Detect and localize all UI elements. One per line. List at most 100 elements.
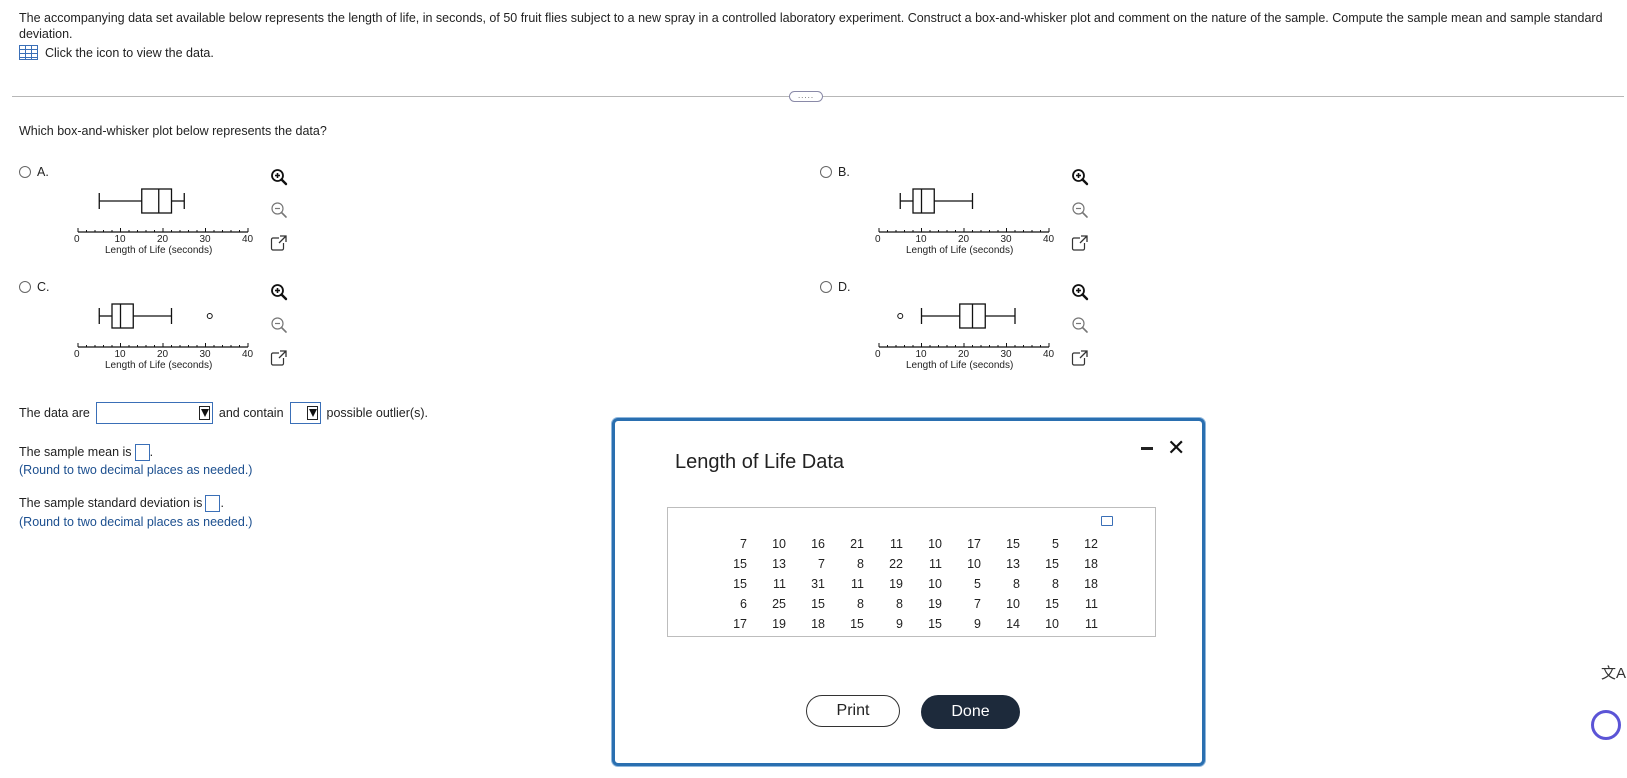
data-cell: 15 (811, 597, 825, 611)
tick-label: 10 (916, 234, 928, 245)
option-d-label: D. (838, 280, 851, 294)
data-cell: 15 (850, 617, 864, 631)
sd-input[interactable] (205, 495, 221, 512)
data-cell: 31 (811, 577, 825, 591)
which-plot-question: Which box-and-whisker plot below represe… (19, 124, 327, 138)
boxplot-d: 0 10 20 30 40 Length of Life (seconds) (873, 285, 1073, 381)
x-axis-label: Length of Life (seconds) (906, 360, 1013, 371)
zoom-in-icon[interactable] (269, 282, 289, 302)
data-cell: 11 (1085, 617, 1098, 631)
data-cell: 10 (772, 537, 786, 551)
assistant-icon[interactable] (1591, 710, 1621, 740)
radio-option-d[interactable] (820, 281, 832, 293)
zoom-out-icon[interactable] (1070, 315, 1090, 335)
tick-label: 20 (958, 234, 970, 245)
radio-option-a[interactable] (19, 166, 31, 178)
data-cell: 5 (974, 577, 981, 591)
view-data-link[interactable]: Click the icon to view the data. (19, 45, 214, 60)
print-button[interactable]: Print (806, 695, 900, 727)
data-cell: 15 (733, 557, 747, 571)
plot-d-tools (1070, 282, 1090, 368)
tick-label: 0 (74, 349, 80, 360)
option-c[interactable]: C. (19, 280, 50, 294)
data-cell: 7 (818, 557, 825, 571)
iqr-box (912, 188, 935, 214)
tick-label: 20 (157, 234, 169, 245)
data-cell: 18 (1084, 577, 1098, 591)
data-cell: 15 (1045, 557, 1059, 571)
copy-icon[interactable] (1101, 516, 1113, 526)
tick-label: 10 (916, 349, 928, 360)
radio-option-c[interactable] (19, 281, 31, 293)
sd-round-note: (Round to two decimal places as needed.) (19, 515, 253, 529)
tick-label: 40 (1043, 349, 1055, 360)
external-link-icon[interactable] (269, 348, 289, 368)
data-row: 15 11 31 11 19 10 5 8 8 18 (708, 574, 1098, 594)
tick-label: 40 (242, 349, 254, 360)
data-nature-row: The data are and contain possible outlie… (19, 402, 428, 424)
x-axis-label: Length of Life (seconds) (906, 245, 1013, 256)
external-link-icon[interactable] (1070, 233, 1090, 253)
sd-row: The sample standard deviation is. (19, 495, 224, 512)
data-cell: 11 (890, 537, 903, 551)
option-b[interactable]: B. (820, 165, 850, 179)
external-link-icon[interactable] (269, 233, 289, 253)
data-cell: 15 (1006, 537, 1020, 551)
mean-round-note: (Round to two decimal places as needed.) (19, 463, 253, 477)
expand-more-button[interactable]: ..... (789, 91, 823, 102)
data-cell: 8 (1013, 577, 1020, 591)
data-cell: 9 (974, 617, 981, 631)
data-cell: 17 (967, 537, 981, 551)
zoom-in-icon[interactable] (1070, 167, 1090, 187)
zoom-out-icon[interactable] (1070, 200, 1090, 220)
plot-a-tools (269, 167, 289, 253)
translate-icon[interactable]: 文A (1601, 662, 1626, 683)
data-cell: 8 (857, 597, 864, 611)
plot-b-tools (1070, 167, 1090, 253)
outlier-count-dropdown[interactable] (289, 402, 321, 424)
sd-label: The sample standard deviation is (19, 495, 203, 510)
option-d[interactable]: D. (820, 280, 851, 294)
mean-label: The sample mean is (19, 444, 132, 459)
zoom-out-icon[interactable] (269, 315, 289, 335)
x-axis-label: Length of Life (seconds) (105, 360, 212, 371)
option-a[interactable]: A. (19, 165, 49, 179)
boxplot-a: 0 10 20 30 40 Length of Life (seconds) (72, 170, 272, 266)
zoom-in-icon[interactable] (1070, 282, 1090, 302)
dropdown-arrow-icon (306, 406, 318, 420)
data-cell: 21 (850, 537, 864, 551)
data-cell: 10 (928, 577, 942, 591)
table-icon[interactable] (19, 45, 38, 60)
data-cell: 7 (974, 597, 981, 611)
tick-label: 0 (74, 234, 80, 245)
data-cell: 15 (733, 577, 747, 591)
data-nature-dropdown[interactable] (95, 402, 213, 424)
plot-c-tools (269, 282, 289, 368)
data-row: 15 13 7 8 22 11 10 13 15 18 (708, 554, 1098, 574)
data-cell: 11 (1085, 597, 1098, 611)
done-button[interactable]: Done (921, 695, 1020, 729)
tick-label: 20 (157, 349, 169, 360)
option-a-label: A. (37, 165, 49, 179)
data-row: 6 25 15 8 8 19 7 10 15 11 (708, 594, 1098, 614)
data-are-label: The data are (19, 406, 90, 420)
zoom-out-icon[interactable] (269, 200, 289, 220)
data-cell: 19 (889, 577, 903, 591)
tick-label: 30 (1001, 234, 1013, 245)
tick-label: 40 (242, 234, 254, 245)
zoom-in-icon[interactable] (269, 167, 289, 187)
external-link-icon[interactable] (1070, 348, 1090, 368)
option-b-label: B. (838, 165, 850, 179)
data-cell: 5 (1052, 537, 1059, 551)
outlier-point (206, 313, 213, 319)
tick-label: 20 (958, 349, 970, 360)
data-cell: 19 (772, 617, 786, 631)
radio-option-b[interactable] (820, 166, 832, 178)
data-cell: 10 (1006, 597, 1020, 611)
data-cell: 9 (896, 617, 903, 631)
close-button[interactable]: ✕ (1167, 435, 1185, 461)
x-axis-label: Length of Life (seconds) (105, 245, 212, 256)
mean-input[interactable] (134, 444, 150, 461)
minimize-button[interactable] (1141, 447, 1153, 450)
data-frame: 7 10 16 21 11 10 17 15 5 12 15 13 7 8 22 11 10 13 15 18 15 11… (667, 507, 1156, 637)
